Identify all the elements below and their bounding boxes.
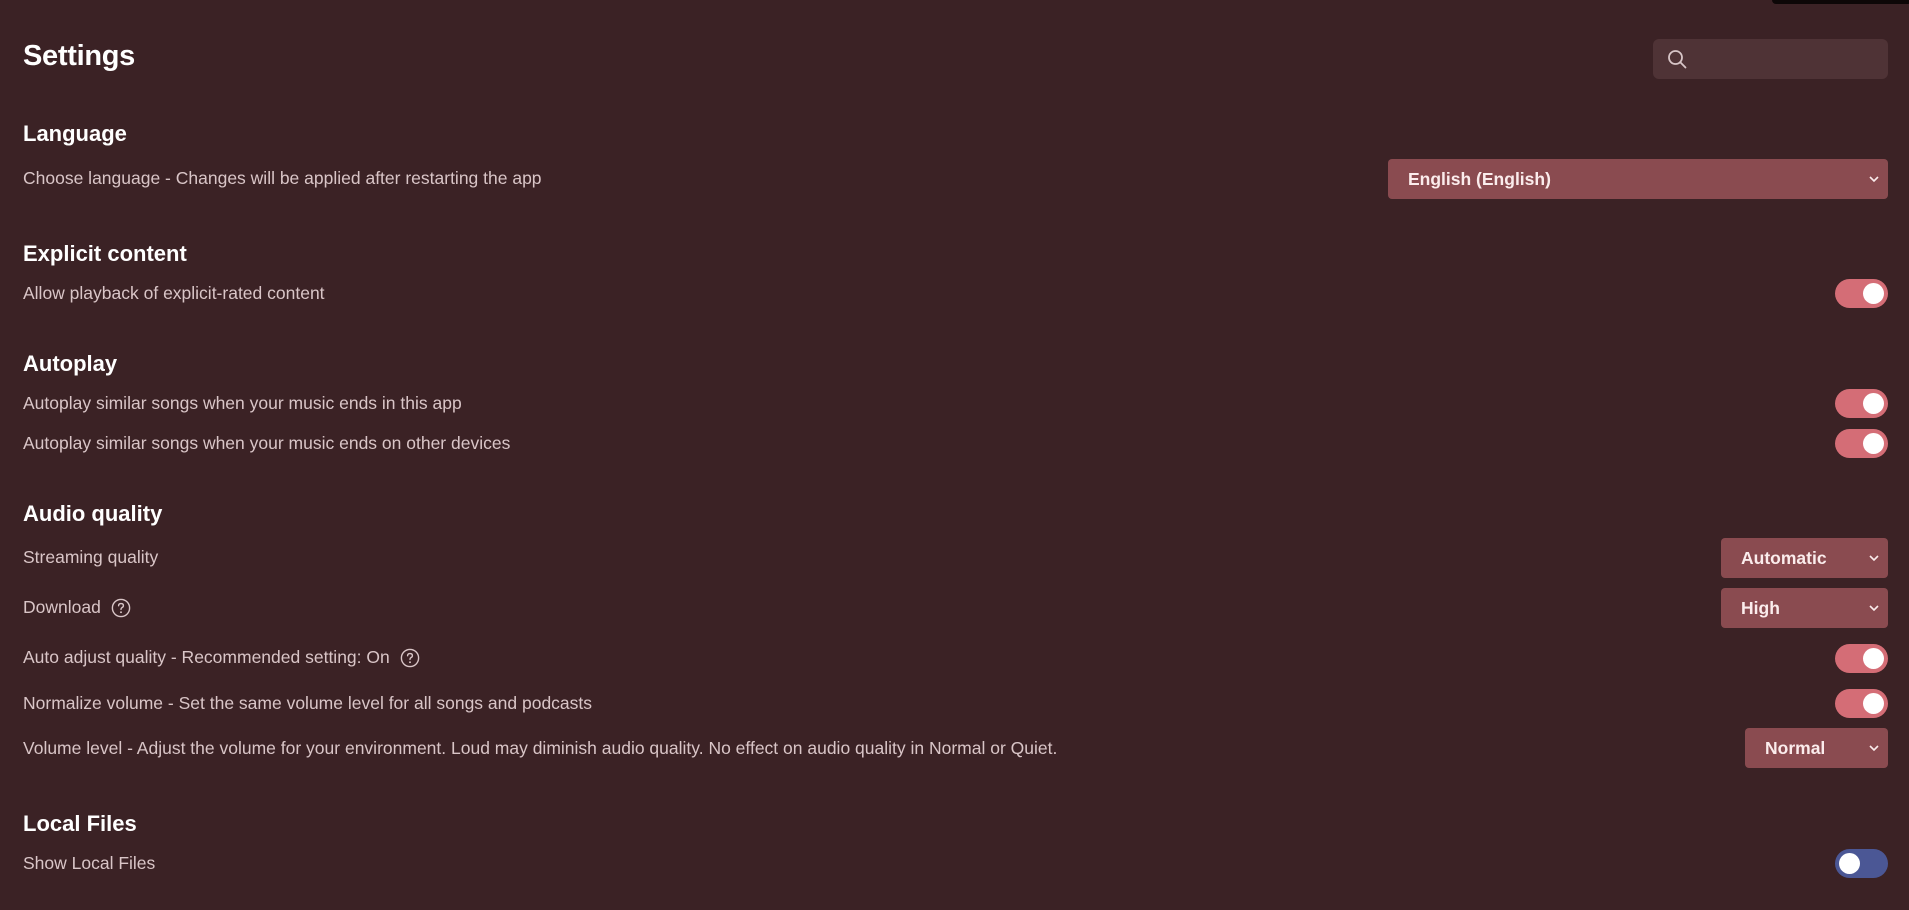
- settings-page: Settings Language Choose language - Chan…: [0, 0, 1909, 910]
- autoplay-other-devices-label: Autoplay similar songs when your music e…: [23, 433, 511, 453]
- streaming-quality-label: Streaming quality: [23, 547, 159, 567]
- section-title-local-files: Local Files: [23, 811, 137, 836]
- search-box[interactable]: [1653, 39, 1888, 81]
- language-label: Choose language - Changes will be applie…: [23, 168, 542, 188]
- chevron-down-icon: [1869, 745, 1879, 752]
- chevron-down-icon: [1869, 555, 1879, 562]
- page-title: Settings: [23, 40, 135, 72]
- explicit-label: Allow playback of explicit-rated content: [23, 283, 325, 303]
- language-dropdown[interactable]: English (English): [1388, 159, 1888, 199]
- section-title-audio-quality: Audio quality: [23, 501, 163, 526]
- toggle-knob: [1839, 853, 1860, 874]
- toggle-knob: [1863, 693, 1884, 714]
- help-icon[interactable]: [111, 598, 131, 618]
- help-icon[interactable]: [400, 648, 420, 668]
- normalize-volume-label: Normalize volume - Set the same volume l…: [23, 693, 593, 713]
- top-edge-control: [1772, 0, 1909, 4]
- volume-level-value: Normal: [1765, 737, 1826, 758]
- language-dropdown-value: English (English): [1408, 168, 1551, 189]
- toggle-knob: [1863, 433, 1884, 454]
- streaming-quality-value: Automatic: [1741, 547, 1827, 568]
- volume-level-dropdown[interactable]: Normal: [1745, 728, 1888, 768]
- auto-adjust-row: Auto adjust quality - Recommended settin…: [23, 647, 420, 668]
- chevron-down-icon: [1869, 176, 1879, 183]
- auto-adjust-toggle[interactable]: [1835, 644, 1888, 673]
- autoplay-this-app-label: Autoplay similar songs when your music e…: [23, 393, 462, 413]
- download-row: Download: [23, 597, 131, 618]
- normalize-volume-toggle[interactable]: [1835, 689, 1888, 718]
- toggle-knob: [1863, 393, 1884, 414]
- autoplay-this-app-toggle[interactable]: [1835, 389, 1888, 418]
- chevron-down-icon: [1869, 605, 1879, 612]
- toggle-knob: [1863, 648, 1884, 669]
- explicit-toggle[interactable]: [1835, 279, 1888, 308]
- download-quality-dropdown[interactable]: High: [1721, 588, 1888, 628]
- download-label: Download: [23, 597, 101, 617]
- autoplay-other-devices-toggle[interactable]: [1835, 429, 1888, 458]
- streaming-quality-dropdown[interactable]: Automatic: [1721, 538, 1888, 578]
- search-input[interactable]: [1697, 39, 1881, 81]
- toggle-knob: [1863, 283, 1884, 304]
- section-title-language: Language: [23, 121, 127, 146]
- search-icon: [1668, 50, 1687, 69]
- section-title-autoplay: Autoplay: [23, 351, 118, 376]
- auto-adjust-label: Auto adjust quality - Recommended settin…: [23, 647, 390, 667]
- show-local-files-label: Show Local Files: [23, 853, 156, 873]
- volume-level-label: Volume level - Adjust the volume for you…: [23, 738, 1058, 758]
- download-quality-value: High: [1741, 597, 1780, 618]
- show-local-files-toggle[interactable]: [1835, 849, 1888, 878]
- section-title-explicit: Explicit content: [23, 241, 187, 266]
